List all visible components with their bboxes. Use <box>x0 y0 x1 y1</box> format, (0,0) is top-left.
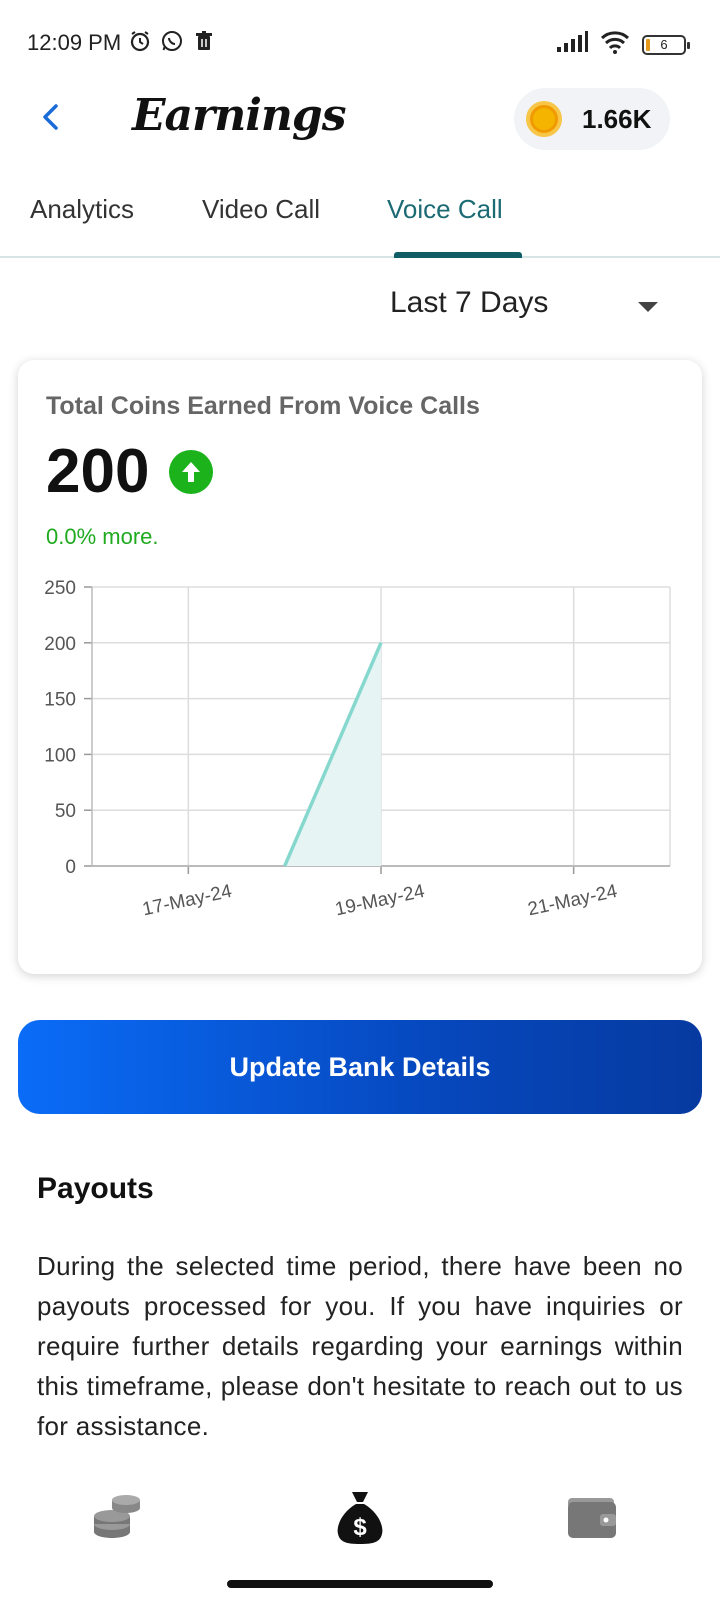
y-tick-label: 200 <box>44 634 76 655</box>
x-tick-label: 21-May-24 <box>526 881 620 921</box>
tab-voice-call[interactable]: Voice Call <box>387 194 503 225</box>
battery-icon: 6 <box>642 34 690 55</box>
x-tick-label: 19-May-24 <box>333 881 427 921</box>
y-tick-label: 50 <box>55 801 76 822</box>
y-tick-label: 100 <box>44 745 76 766</box>
payouts-heading: Payouts <box>37 1172 154 1205</box>
signal-icon <box>556 31 588 58</box>
tab-analytics[interactable]: Analytics <box>30 194 134 225</box>
bottom-navigation: $ <box>0 1480 720 1560</box>
y-tick-label: 250 <box>44 578 76 599</box>
wallet-icon <box>568 1498 616 1538</box>
money-bag-icon: $ <box>337 1492 383 1544</box>
active-tab-indicator <box>394 252 522 258</box>
tab-video-call[interactable]: Video Call <box>202 194 320 225</box>
update-bank-details-button[interactable]: Update Bank Details <box>18 1020 702 1114</box>
payouts-description: During the selected time period, there h… <box>37 1251 683 1441</box>
date-range-dropdown[interactable]: Last 7 Days <box>390 282 670 332</box>
nav-earnings[interactable]: $ <box>330 1488 390 1548</box>
nav-coins[interactable] <box>88 1488 148 1548</box>
caret-down-icon <box>638 302 658 312</box>
status-bar: 12:09 PM 6 <box>0 0 720 86</box>
trash-icon <box>192 29 216 53</box>
y-tick-label: 0 <box>65 857 76 878</box>
back-button[interactable] <box>36 102 66 132</box>
date-range-value: Last 7 Days <box>390 286 549 319</box>
coin-icon <box>526 101 562 137</box>
page-title: Earnings <box>132 90 346 141</box>
home-indicator[interactable] <box>227 1580 493 1588</box>
nav-wallet[interactable] <box>564 1488 624 1548</box>
voice-call-earnings-card: Total Coins Earned From Voice Calls 200 … <box>18 360 702 974</box>
x-tick-label: 17-May-24 <box>141 881 235 921</box>
battery-level: 6 <box>660 36 668 52</box>
alarm-icon <box>128 29 152 53</box>
y-tick-label: 150 <box>44 690 76 711</box>
card-title: Total Coins Earned From Voice Calls <box>46 392 480 420</box>
wifi-icon <box>600 30 630 59</box>
earnings-tabs: Analytics Video Call Voice Call <box>0 178 720 258</box>
total-coins-value: 200 <box>46 437 150 506</box>
status-system-icons: 6 <box>556 30 690 59</box>
whatsapp-icon <box>160 29 184 53</box>
chevron-left-icon <box>43 104 58 130</box>
app-header: Earnings 1.66K <box>0 86 720 172</box>
status-time: 12:09 PM <box>27 30 122 55</box>
coin-balance-badge[interactable]: 1.66K <box>514 88 670 150</box>
change-percentage: 0.0% more. <box>46 524 159 549</box>
total-row: 200 <box>46 436 214 507</box>
coin-balance-value: 1.66K <box>582 103 652 134</box>
status-notification-icons <box>128 29 216 53</box>
svg-text:$: $ <box>353 1514 367 1541</box>
coins-stack-icon <box>94 1495 140 1538</box>
earnings-chart: 0 50 100 150 200 250 17-May-24 19-May-24 21-May-… <box>44 578 671 921</box>
arrow-up-icon <box>169 449 214 494</box>
